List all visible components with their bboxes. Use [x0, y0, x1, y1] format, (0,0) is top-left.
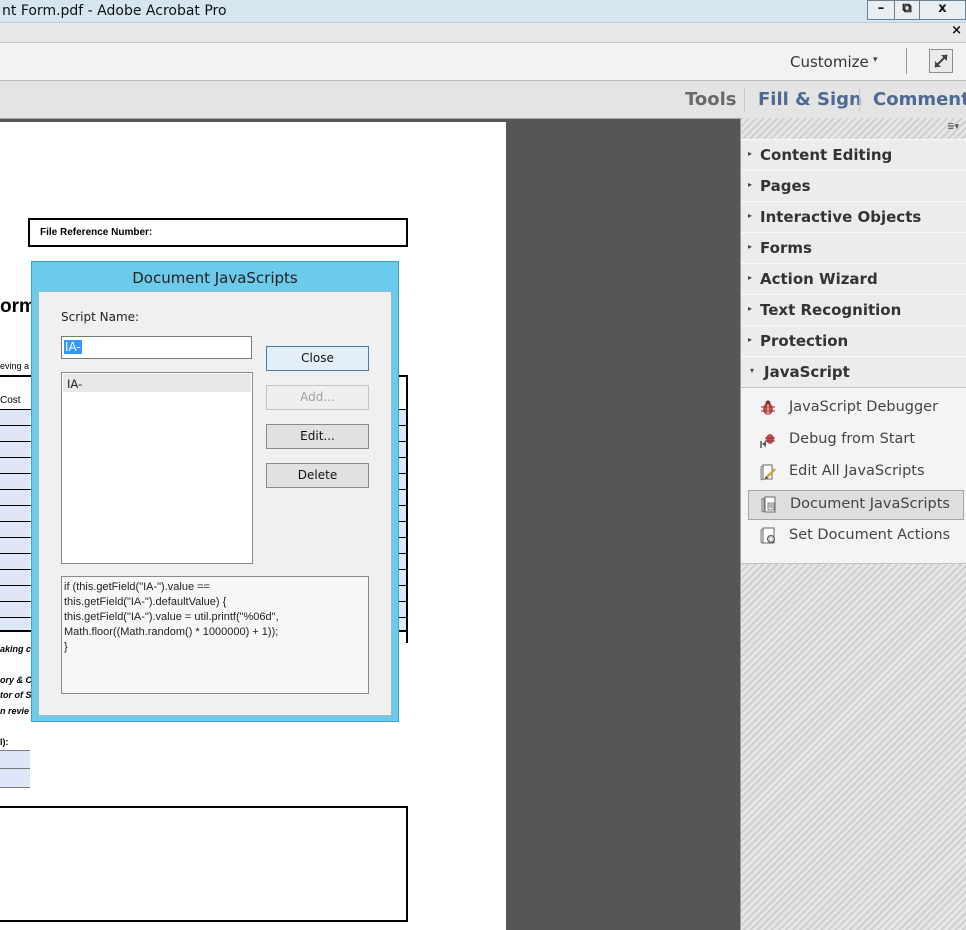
close-document-icon[interactable]: ×	[951, 23, 962, 38]
panel-label: Interactive Objects	[760, 208, 922, 226]
script-name-label: Script Name:	[61, 310, 140, 324]
script-code-preview[interactable]: if (this.getField("IA-").value == this.g…	[61, 576, 369, 694]
document-javascripts-dialog: Document JavaScripts Script Name: IA- IA…	[31, 261, 399, 722]
add-button[interactable]: Add...	[266, 385, 369, 410]
director-text-fragment: tor of S	[0, 690, 32, 700]
field-divider	[0, 768, 30, 769]
bug-start-icon	[760, 434, 775, 448]
panel-content-editing[interactable]: ▸ Content Editing	[741, 139, 966, 171]
cost-column-header: Cost	[0, 395, 21, 406]
chevron-right-icon: ▸	[748, 335, 753, 344]
edit-all-javascripts-item[interactable]: Edit All JavaScripts	[748, 458, 962, 486]
category-text-fragment: ory & C	[0, 675, 33, 685]
close-button[interactable]: Close	[266, 346, 369, 371]
list-item-label: IA-	[67, 377, 83, 391]
tab-comment[interactable]: Comment	[873, 89, 966, 110]
delete-button[interactable]: Delete	[266, 463, 369, 488]
script-name-input[interactable]: IA-	[61, 336, 252, 359]
cost-column-fill[interactable]	[0, 410, 30, 630]
chevron-right-icon: ▸	[748, 273, 753, 282]
main-toolbar: Customize ▾	[0, 43, 966, 81]
edit-button[interactable]: Edit...	[266, 424, 369, 449]
panel-action-wizard[interactable]: ▸ Action Wizard	[741, 263, 966, 295]
making-text-fragment: aking c	[0, 644, 32, 654]
dialog-title: Document JavaScripts	[132, 269, 298, 287]
tab-fill-sign[interactable]: Fill & Sign	[758, 89, 862, 110]
expand-icon	[934, 54, 948, 68]
panel-label: Protection	[760, 332, 849, 350]
panel-forms[interactable]: ▸ Forms	[741, 232, 966, 264]
dialog-body: Script Name: IA- IA- Close Add... Edit..…	[38, 291, 392, 716]
form-field-fill[interactable]	[0, 750, 30, 788]
minimize-button[interactable]: –	[867, 0, 895, 20]
panel-label: Action Wizard	[760, 270, 878, 288]
chevron-right-icon: ▸	[748, 211, 753, 220]
item-label: Set Document Actions	[789, 527, 951, 543]
tab-divider	[859, 88, 860, 112]
window-title-bar: nt Form.pdf - Adobe Acrobat Pro – ⧉ x	[0, 0, 966, 23]
file-reference-box[interactable]: File Reference Number:	[28, 218, 408, 247]
script-name-value: IA-	[64, 340, 82, 354]
item-label: Debug from Start	[789, 431, 916, 447]
panel-label: Forms	[760, 239, 812, 257]
set-document-actions-item[interactable]: Set Document Actions	[748, 522, 962, 550]
script-list[interactable]: IA-	[61, 372, 253, 564]
window-title: nt Form.pdf - Adobe Acrobat Pro	[2, 3, 227, 19]
panel-text-recognition[interactable]: ▸ Text Recognition	[741, 294, 966, 326]
restore-button[interactable]: ⧉	[894, 0, 920, 20]
full-screen-button[interactable]	[929, 49, 953, 73]
task-pane-tabs: Tools Fill & Sign Comment	[0, 81, 966, 119]
document-scripts-icon	[761, 496, 776, 513]
bottom-form-box[interactable]	[0, 806, 408, 922]
item-label: Edit All JavaScripts	[789, 463, 925, 479]
list-item[interactable]: IA-	[63, 374, 251, 392]
review-text-fragment: n revie	[0, 706, 30, 716]
panel-label: Text Recognition	[760, 301, 902, 319]
panel-label: JavaScript	[764, 363, 850, 381]
field-label-fragment: l):	[0, 737, 9, 747]
pane-options-icon[interactable]: ≣▾	[947, 122, 963, 132]
toolbar-divider	[906, 48, 907, 74]
file-reference-label: File Reference Number:	[40, 227, 153, 238]
javascript-panel: JavaScript Debugger Debug from Start Edi…	[741, 388, 966, 564]
chevron-down-icon: ▾	[750, 366, 755, 375]
panel-interactive-objects[interactable]: ▸ Interactive Objects	[741, 201, 966, 233]
script-code-text: if (this.getField("IA-").value == this.g…	[64, 581, 279, 653]
panel-javascript[interactable]: ▾ JavaScript	[741, 356, 966, 388]
chevron-right-icon: ▸	[748, 242, 753, 251]
debug-from-start-item[interactable]: Debug from Start	[748, 426, 962, 454]
bug-icon	[761, 400, 775, 415]
chevron-right-icon: ▸	[748, 149, 753, 158]
panel-label: Content Editing	[760, 146, 893, 164]
tools-pane: ≣▾ ▸ Content Editing ▸ Pages ▸ Interacti…	[740, 118, 966, 930]
tab-tools[interactable]: Tools	[685, 89, 737, 110]
tab-divider	[744, 88, 745, 112]
edit-scripts-icon	[760, 464, 776, 481]
item-label: JavaScript Debugger	[789, 399, 939, 415]
document-javascripts-item[interactable]: Document JavaScripts	[748, 490, 964, 520]
reviewing-text-fragment: eving a	[0, 361, 30, 371]
chevron-right-icon: ▸	[748, 180, 753, 189]
panel-label: Pages	[760, 177, 811, 195]
customize-button[interactable]: Customize	[790, 53, 869, 71]
window-close-button[interactable]: x	[919, 0, 966, 20]
chevron-right-icon: ▸	[748, 304, 753, 313]
javascript-debugger-item[interactable]: JavaScript Debugger	[748, 394, 962, 422]
item-label: Document JavaScripts	[790, 496, 950, 512]
panel-pages[interactable]: ▸ Pages	[741, 170, 966, 202]
panel-protection[interactable]: ▸ Protection	[741, 325, 966, 357]
document-actions-icon	[760, 527, 775, 544]
document-close-strip: ×	[0, 23, 966, 43]
chevron-down-icon[interactable]: ▾	[873, 55, 878, 65]
